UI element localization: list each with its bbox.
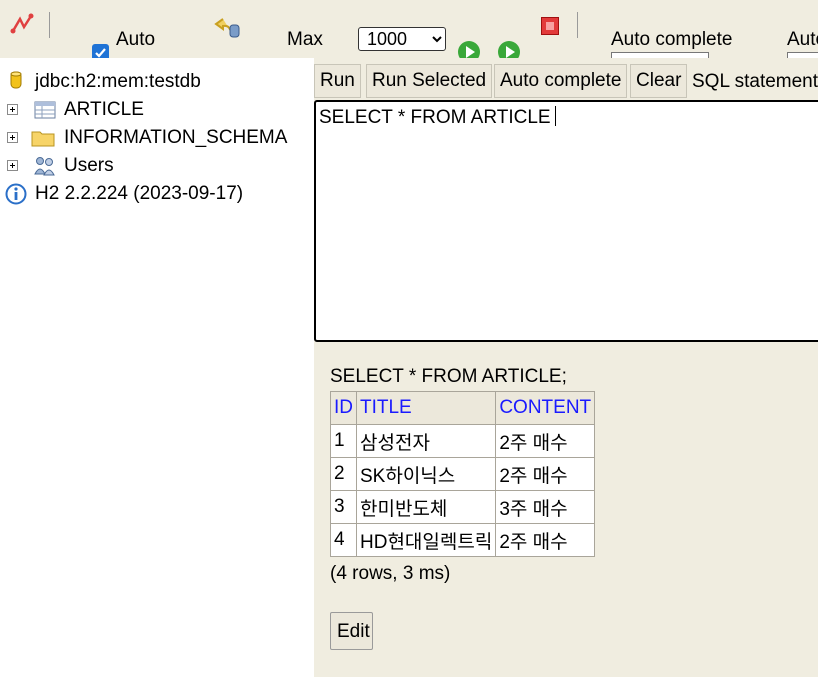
stop-icon[interactable] (541, 17, 559, 35)
max-rows-select[interactable]: 1000 (358, 27, 446, 51)
connection-label: jdbc:h2:mem:testdb (35, 71, 201, 92)
result-query: SELECT * FROM ARTICLE; (330, 366, 567, 387)
column-header-content[interactable]: CONTENT (495, 391, 596, 425)
table-cell: 한미반도체 (355, 490, 497, 524)
column-header-id[interactable]: ID (330, 391, 357, 425)
info-icon (5, 183, 27, 211)
expand-icon[interactable] (7, 104, 18, 115)
table-cell: 3주 매수 (495, 490, 596, 524)
tree-item-label: Users (64, 155, 114, 176)
table-cell: 3 (330, 490, 357, 524)
users-icon (33, 155, 57, 183)
auto-complete-label: Auto complete (611, 29, 733, 50)
table-cell: SK하이닉스 (355, 457, 497, 491)
tree-item-label: INFORMATION_SCHEMA (64, 127, 288, 148)
table-cell: HD현대일렉트릭 (355, 523, 497, 557)
run-selected-icon[interactable] (498, 41, 520, 58)
edit-button[interactable]: Edit (330, 612, 373, 650)
result-table: ID TITLE CONTENT 1 삼성전자 2주 매수 2 SK하이닉스 2… (330, 391, 596, 557)
table-header-row: ID TITLE CONTENT (330, 391, 596, 425)
table-cell: 4 (330, 523, 357, 557)
auto-select-label: Auto (787, 29, 818, 50)
expand-icon[interactable] (7, 160, 18, 171)
rollback-icon[interactable] (213, 16, 241, 43)
table-cell: 삼성전자 (355, 424, 497, 458)
table-row: 1 삼성전자 2주 매수 (330, 424, 596, 458)
folder-icon (31, 129, 55, 153)
auto-commit-label: Auto (116, 29, 156, 50)
column-header-title[interactable]: TITLE (355, 391, 497, 425)
table-icon (34, 101, 56, 125)
run-button[interactable]: Run (314, 64, 361, 98)
run-selected-button[interactable]: Run Selected (366, 64, 493, 98)
table-row: 4 HD현대일렉트릭 2주 매수 (330, 523, 596, 557)
main-toolbar: Auto Max 1000 Auto complete Auto (0, 0, 818, 58)
auto-complete-button[interactable]: Auto complete (494, 64, 628, 98)
table-cell: 2 (330, 457, 357, 491)
table-cell: 2주 매수 (495, 457, 596, 491)
query-panel: Run Run Selected Auto complete Clear SQL… (314, 58, 818, 677)
table-row: 2 SK하이닉스 2주 매수 (330, 457, 596, 491)
toolbar-separator (49, 12, 50, 38)
clear-button[interactable]: Clear (630, 64, 688, 98)
run-icon[interactable] (458, 41, 480, 58)
version-label: H2 2.2.224 (2023-09-17) (35, 183, 244, 204)
row-count-info: (4 rows, 3 ms) (330, 563, 451, 584)
toolbar-separator (577, 12, 578, 38)
sql-editor[interactable]: SELECT * FROM ARTICLE (314, 100, 818, 342)
database-icon (10, 70, 22, 96)
table-cell: 2주 매수 (495, 424, 596, 458)
expand-icon[interactable] (7, 132, 18, 143)
tree-item-label: ARTICLE (64, 99, 144, 120)
schema-tree: jdbc:h2:mem:testdb ARTICLE INFORMATION_S… (0, 58, 314, 677)
table-cell: 1 (330, 424, 357, 458)
table-cell: 2주 매수 (495, 523, 596, 557)
auto-commit-checkbox[interactable] (92, 44, 109, 58)
sql-statement-label: SQL statement (692, 71, 818, 92)
text-caret (554, 106, 556, 126)
max-rows-label: Max (287, 29, 323, 50)
disconnect-icon[interactable] (10, 13, 34, 40)
table-row: 3 한미반도체 3주 매수 (330, 490, 596, 524)
sql-editor-text: SELECT * FROM ARTICLE (319, 107, 551, 128)
